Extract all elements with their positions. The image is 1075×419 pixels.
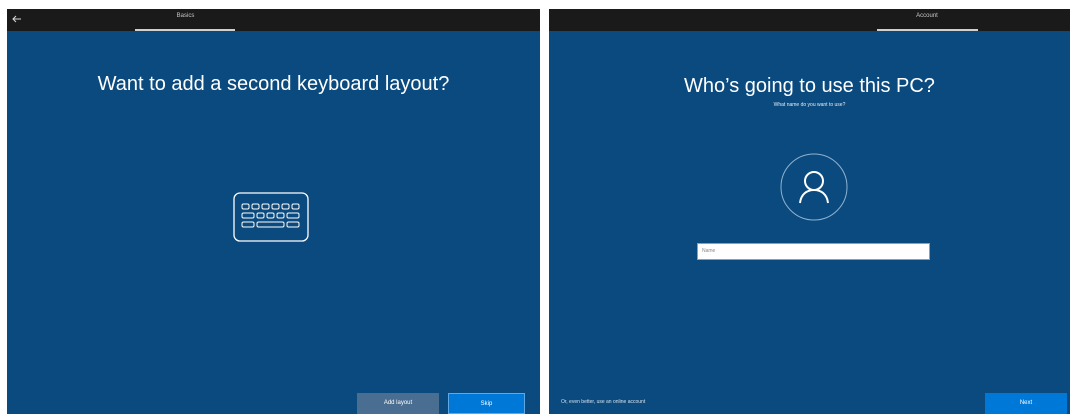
add-layout-button[interactable]: Add layout bbox=[357, 393, 439, 414]
tab-basics: Basics bbox=[176, 13, 195, 19]
next-button[interactable]: Next bbox=[985, 393, 1067, 414]
top-bar: Basics bbox=[7, 9, 540, 31]
keyboard-icon bbox=[233, 192, 309, 242]
back-arrow-icon[interactable] bbox=[11, 13, 23, 25]
top-bar: Account bbox=[549, 9, 1070, 31]
account-screen: Account Who’s going to use this PC? What… bbox=[549, 9, 1070, 414]
tab-underline bbox=[135, 29, 235, 31]
name-input[interactable]: Name bbox=[697, 243, 930, 260]
online-account-link[interactable]: Or, even better, use an online account bbox=[561, 399, 645, 405]
page-title: Who’s going to use this PC? bbox=[684, 75, 935, 97]
page-subtitle: What name do you want to use? bbox=[773, 102, 846, 108]
keyboard-layout-screen: Basics Want to add a second keyboard lay… bbox=[7, 9, 540, 414]
skip-button[interactable]: Skip bbox=[448, 393, 525, 414]
tab-account: Account bbox=[916, 13, 938, 19]
page-title: Want to add a second keyboard layout? bbox=[97, 73, 450, 95]
tab-underline bbox=[877, 29, 978, 31]
user-icon bbox=[780, 153, 848, 221]
